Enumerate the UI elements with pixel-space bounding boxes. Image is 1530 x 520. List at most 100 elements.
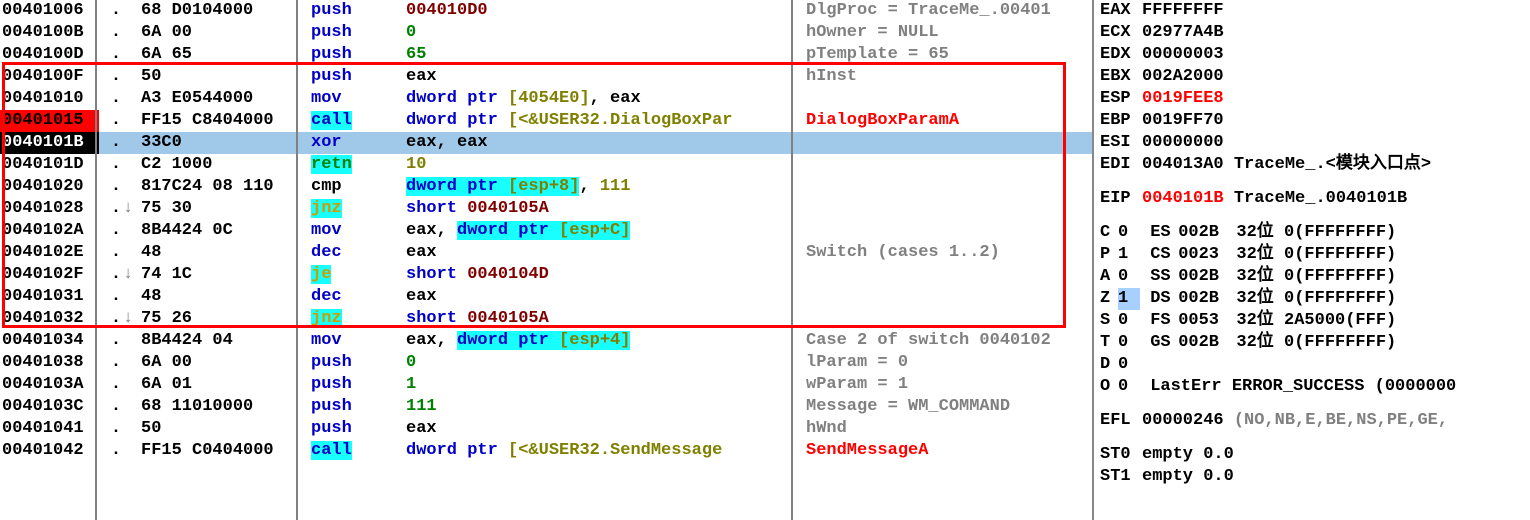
operands[interactable]: eax, dword ptr [esp+C] bbox=[406, 220, 806, 242]
address[interactable]: 0040103A bbox=[0, 374, 99, 396]
disasm-row[interactable]: 0040102A.8B4424 0Cmoveax, dword ptr [esp… bbox=[0, 220, 1092, 242]
segment-value[interactable]: 0023 bbox=[1178, 244, 1226, 266]
fpu-row[interactable]: ST0empty 0.0 bbox=[1100, 444, 1524, 466]
hex-bytes[interactable]: 68 D0104000 bbox=[141, 0, 311, 22]
mnemonic[interactable]: call bbox=[311, 440, 406, 462]
flag-row[interactable]: Z1 DS002B 32位 0(FFFFFFFF) bbox=[1100, 288, 1524, 310]
mnemonic[interactable]: push bbox=[311, 0, 406, 22]
operands[interactable]: 1 bbox=[406, 374, 806, 396]
mnemonic[interactable]: xor bbox=[311, 132, 406, 154]
flag-value[interactable]: 1 bbox=[1118, 244, 1140, 266]
address[interactable]: 00401034 bbox=[0, 330, 99, 352]
mnemonic[interactable]: dec bbox=[311, 286, 406, 308]
flag-row[interactable]: A0 SS002B 32位 0(FFFFFFFF) bbox=[1100, 266, 1524, 288]
disasm-row[interactable]: 00401006.68 D0104000push004010D0DlgProc … bbox=[0, 0, 1092, 22]
address[interactable]: 00401028 bbox=[0, 198, 99, 220]
flag-row[interactable]: C0 ES002B 32位 0(FFFFFFFF) bbox=[1100, 222, 1524, 244]
disasm-row[interactable]: 00401028.↓75 30jnzshort 0040105A bbox=[0, 198, 1092, 220]
segment-value[interactable]: 002B bbox=[1178, 288, 1226, 310]
comment[interactable] bbox=[806, 154, 1086, 176]
comment[interactable] bbox=[806, 132, 1086, 154]
address[interactable]: 0040100D bbox=[0, 44, 99, 66]
mnemonic[interactable]: push bbox=[311, 22, 406, 44]
hex-bytes[interactable]: 48 bbox=[141, 242, 311, 264]
operands[interactable]: short 0040105A bbox=[406, 308, 806, 330]
comment[interactable] bbox=[806, 198, 1086, 220]
operands[interactable]: short 0040105A bbox=[406, 198, 806, 220]
hex-bytes[interactable]: 8B4424 0C bbox=[141, 220, 311, 242]
address[interactable]: 0040101D bbox=[0, 154, 99, 176]
operands[interactable]: eax bbox=[406, 242, 806, 264]
address[interactable]: 00401032 bbox=[0, 308, 99, 330]
register-row[interactable]: ESI00000000 bbox=[1100, 132, 1524, 154]
mnemonic[interactable]: je bbox=[311, 264, 406, 286]
comment[interactable] bbox=[806, 286, 1086, 308]
comment[interactable] bbox=[806, 308, 1086, 330]
hex-bytes[interactable]: 6A 00 bbox=[141, 352, 311, 374]
address[interactable]: 0040100F bbox=[0, 66, 99, 88]
segment-value[interactable]: 002B bbox=[1178, 266, 1226, 288]
disasm-row[interactable]: 00401038.6A 00push0lParam = 0 bbox=[0, 352, 1092, 374]
mnemonic[interactable]: mov bbox=[311, 88, 406, 110]
comment[interactable] bbox=[806, 264, 1086, 286]
disasm-row[interactable]: 0040100F.50pusheaxhInst bbox=[0, 66, 1092, 88]
disassembly-pane[interactable]: 00401006.68 D0104000push004010D0DlgProc … bbox=[0, 0, 1094, 520]
register-row[interactable]: EBX002A2000 bbox=[1100, 66, 1524, 88]
address[interactable]: 00401038 bbox=[0, 352, 99, 374]
mnemonic[interactable]: push bbox=[311, 352, 406, 374]
hex-bytes[interactable]: 6A 65 bbox=[141, 44, 311, 66]
hex-bytes[interactable]: FF15 C8404000 bbox=[141, 110, 311, 132]
hex-bytes[interactable]: 33C0 bbox=[141, 132, 311, 154]
mnemonic[interactable]: mov bbox=[311, 220, 406, 242]
operands[interactable]: eax bbox=[406, 286, 806, 308]
comment[interactable]: DialogBoxParamA bbox=[806, 110, 1086, 132]
hex-bytes[interactable]: 68 11010000 bbox=[141, 396, 311, 418]
fpu-row[interactable]: ST1empty 0.0 bbox=[1100, 466, 1524, 488]
hex-bytes[interactable]: A3 E0544000 bbox=[141, 88, 311, 110]
address[interactable]: 00401010 bbox=[0, 88, 99, 110]
operands[interactable]: 111 bbox=[406, 396, 806, 418]
hex-bytes[interactable]: FF15 C0404000 bbox=[141, 440, 311, 462]
register-value[interactable]: empty 0.0 bbox=[1142, 445, 1234, 464]
disasm-row[interactable]: 0040101B.33C0xoreax, eax bbox=[0, 132, 1092, 154]
comment[interactable]: DlgProc = TraceMe_.00401 bbox=[806, 0, 1086, 22]
comment[interactable]: lParam = 0 bbox=[806, 352, 1086, 374]
comment[interactable]: Case 2 of switch 0040102 bbox=[806, 330, 1086, 352]
address[interactable]: 00401015 bbox=[0, 110, 99, 132]
comment[interactable]: hInst bbox=[806, 66, 1086, 88]
disasm-row[interactable]: 00401010.A3 E0544000movdword ptr [4054E0… bbox=[0, 88, 1092, 110]
register-row[interactable]: EIP0040101B TraceMe_.0040101B bbox=[1100, 188, 1524, 210]
hex-bytes[interactable]: C2 1000 bbox=[141, 154, 311, 176]
flag-value[interactable]: 0 bbox=[1118, 266, 1140, 288]
register-value[interactable]: 02977A4B bbox=[1142, 22, 1224, 44]
mnemonic[interactable]: jnz bbox=[311, 308, 406, 330]
segment-value[interactable]: 002B bbox=[1178, 332, 1226, 354]
lasterr[interactable]: LastErr ERROR_SUCCESS (0000000 bbox=[1150, 377, 1456, 396]
operands[interactable]: eax bbox=[406, 66, 806, 88]
register-value[interactable]: 002A2000 bbox=[1142, 66, 1224, 88]
register-row[interactable]: EBP0019FF70 bbox=[1100, 110, 1524, 132]
comment[interactable] bbox=[806, 88, 1086, 110]
operands[interactable]: dword ptr [esp+8], 111 bbox=[406, 176, 806, 198]
mnemonic[interactable]: push bbox=[311, 418, 406, 440]
register-value[interactable]: FFFFFFFF bbox=[1142, 0, 1224, 22]
comment[interactable]: wParam = 1 bbox=[806, 374, 1086, 396]
mnemonic[interactable]: retn bbox=[311, 154, 406, 176]
register-row[interactable]: EDX00000003 bbox=[1100, 44, 1524, 66]
flag-row[interactable]: P1 CS0023 32位 0(FFFFFFFF) bbox=[1100, 244, 1524, 266]
operands[interactable]: eax, dword ptr [esp+4] bbox=[406, 330, 806, 352]
hex-bytes[interactable]: 8B4424 04 bbox=[141, 330, 311, 352]
segment-value[interactable]: 002B bbox=[1178, 222, 1226, 244]
address[interactable]: 00401031 bbox=[0, 286, 99, 308]
disasm-row[interactable]: 0040102E.48deceaxSwitch (cases 1..2) bbox=[0, 242, 1092, 264]
operands[interactable]: 65 bbox=[406, 44, 806, 66]
comment[interactable]: Switch (cases 1..2) bbox=[806, 242, 1086, 264]
flag-row[interactable]: S0 FS0053 32位 2A5000(FFF) bbox=[1100, 310, 1524, 332]
disasm-row[interactable]: 00401031.48deceax bbox=[0, 286, 1092, 308]
flag-value[interactable]: 0 bbox=[1118, 332, 1140, 354]
hex-bytes[interactable]: 50 bbox=[141, 66, 311, 88]
disasm-row[interactable]: 00401020.817C24 08 110cmpdword ptr [esp+… bbox=[0, 176, 1092, 198]
mnemonic[interactable]: push bbox=[311, 396, 406, 418]
hex-bytes[interactable]: 74 1C bbox=[141, 264, 311, 286]
disasm-row[interactable]: 0040101D.C2 1000retn10 bbox=[0, 154, 1092, 176]
